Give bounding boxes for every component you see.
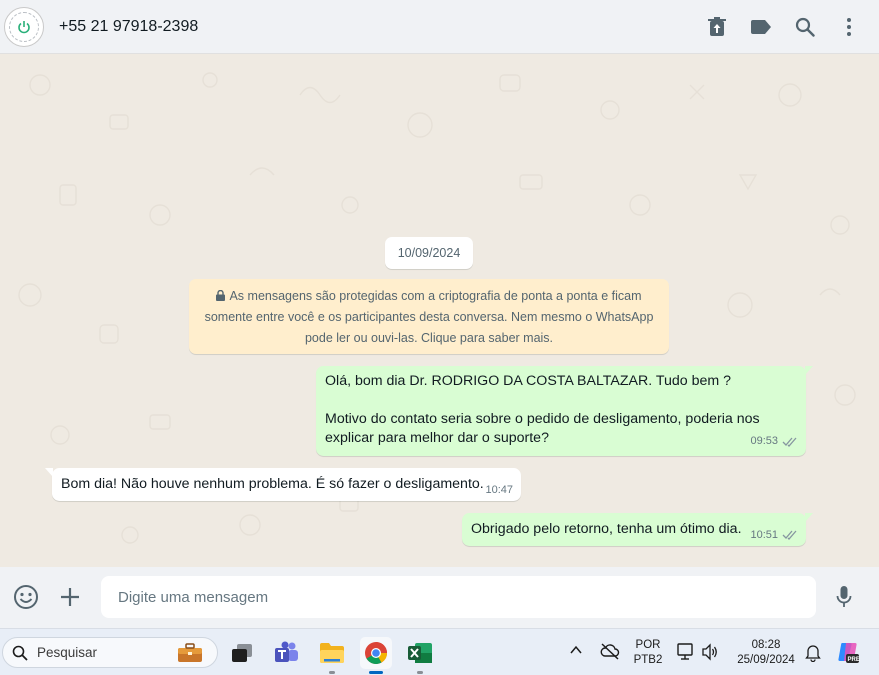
message-text: Obrigado pelo retorno, tenha um ótimo di…: [471, 521, 742, 537]
svg-text:PRE: PRE: [848, 657, 860, 663]
power-icon: [18, 20, 30, 33]
double-check-icon: [782, 530, 797, 540]
notification-bell-icon[interactable]: [805, 644, 821, 667]
search-label: Pesquisar: [37, 645, 98, 660]
chrome-app[interactable]: [360, 637, 392, 674]
copilot-icon[interactable]: PRE: [836, 640, 860, 669]
emoji-icon[interactable]: [6, 577, 46, 617]
task-view-icon: [232, 644, 252, 662]
message-text: explicar para melhor dar o suporte?: [325, 430, 549, 446]
message-time: 10:47: [485, 484, 513, 496]
search-icon: [12, 645, 28, 661]
message-text: Bom dia! Não houve nenhum problema. É só…: [61, 476, 484, 492]
system-clock[interactable]: 08:28 25/09/2024: [731, 638, 801, 668]
language-indicator[interactable]: POR PTB2: [632, 638, 664, 668]
task-view-app[interactable]: [226, 637, 258, 669]
delete-icon[interactable]: [705, 15, 729, 39]
double-check-icon: [782, 437, 797, 447]
message-outgoing[interactable]: Olá, bom dia Dr. RODRIGO DA COSTA BALTAZ…: [316, 366, 813, 456]
encryption-line-2: somente entre você e os participantes de…: [204, 310, 654, 324]
briefcase-icon: [178, 643, 202, 662]
clock-date: 25/09/2024: [737, 654, 795, 666]
cloud-offline-icon[interactable]: [600, 642, 620, 665]
chevron-up-icon[interactable]: [569, 643, 583, 662]
message-text: Motivo do contato seria sobre o pedido d…: [325, 411, 760, 427]
network-icon[interactable]: [677, 643, 695, 666]
microphone-icon[interactable]: [824, 577, 864, 617]
message-outgoing[interactable]: Obrigado pelo retorno, tenha um ótimo di…: [462, 513, 813, 546]
chat-area[interactable]: 10/09/2024 As mensagens são protegidas c…: [0, 55, 879, 567]
label-icon[interactable]: [749, 15, 773, 39]
teams-app[interactable]: [271, 637, 303, 669]
attach-plus-icon[interactable]: [50, 577, 90, 617]
excel-app[interactable]: [404, 637, 436, 674]
date-chip: 10/09/2024: [385, 237, 473, 269]
search-icon[interactable]: [793, 15, 817, 39]
keyboard-layout: PTB2: [633, 654, 663, 666]
teams-icon: [275, 641, 298, 662]
contact-avatar[interactable]: [4, 6, 44, 47]
message-time: 09:53: [750, 435, 778, 447]
message-input[interactable]: [101, 576, 816, 618]
encryption-line-3: pode ler ou ouvi-las. Clique para saber …: [304, 331, 554, 345]
message-text-blank: [325, 391, 797, 410]
message-time: 10:51: [750, 529, 778, 541]
contact-name[interactable]: +55 21 97918-2398: [59, 18, 198, 36]
windows-taskbar: Pesquisar POR PTB2 08:28 25/09/2024 PRE: [0, 628, 879, 675]
excel-icon: [408, 643, 432, 663]
menu-icon[interactable]: [837, 15, 861, 39]
clock-time: 08:28: [751, 639, 781, 651]
chrome-icon: [365, 642, 387, 664]
file-explorer-app[interactable]: [316, 637, 348, 674]
language-code: POR: [635, 639, 661, 651]
taskbar-search[interactable]: Pesquisar: [2, 637, 218, 668]
volume-icon[interactable]: [701, 643, 719, 666]
folder-icon: [320, 643, 344, 663]
encryption-line-1: As mensagens são protegidas com a cripto…: [229, 289, 642, 303]
encryption-notice[interactable]: As mensagens são protegidas com a cripto…: [189, 279, 669, 354]
message-composer: [0, 567, 879, 628]
message-text: Olá, bom dia Dr. RODRIGO DA COSTA BALTAZ…: [325, 373, 732, 389]
lock-icon: [216, 289, 226, 301]
chat-header: +55 21 97918-2398: [0, 0, 879, 54]
message-incoming[interactable]: Bom dia! Não houve nenhum problema. É só…: [45, 468, 521, 501]
